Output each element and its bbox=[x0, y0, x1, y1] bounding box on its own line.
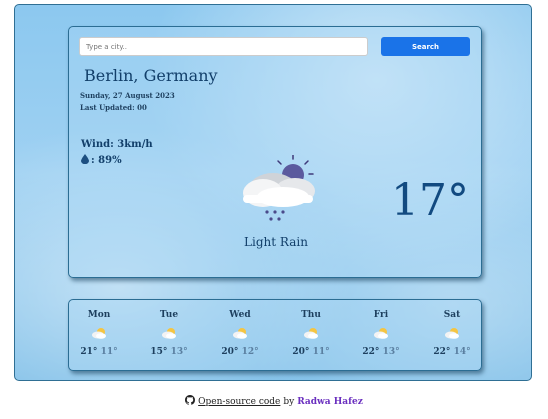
forecast-max: 15° bbox=[150, 347, 168, 357]
forecast-max: 20° bbox=[221, 347, 239, 357]
forecast-day-name: Thu bbox=[301, 310, 321, 320]
forecast-min: 11° bbox=[312, 347, 330, 357]
forecast-temps: 21° 11° bbox=[80, 347, 117, 357]
partly-cloudy-icon bbox=[303, 324, 319, 339]
source-code-link[interactable]: Open-source code bbox=[198, 397, 280, 407]
weather-app: Search Berlin, Germany Sunday, 27 August… bbox=[14, 4, 532, 381]
forecast-day: Thu 20° 11° bbox=[286, 310, 336, 358]
humidity-value: : 89% bbox=[91, 155, 122, 166]
cloud-rain-moon-icon bbox=[233, 154, 321, 227]
partly-cloudy-icon bbox=[91, 324, 107, 339]
footer: Open-source code by Radwa Hafez bbox=[0, 395, 548, 408]
forecast-temps: 22° 14° bbox=[433, 347, 470, 357]
city-name: Berlin, Germany bbox=[84, 66, 218, 85]
forecast-day: Fri 22° 13° bbox=[356, 310, 406, 358]
wind-speed: Wind: 3km/h bbox=[81, 139, 153, 150]
forecast-min: 13° bbox=[170, 347, 188, 357]
forecast-temps: 22° 13° bbox=[362, 347, 399, 357]
forecast-day-name: Sat bbox=[443, 310, 461, 320]
partly-cloudy-icon bbox=[444, 324, 460, 339]
search-input[interactable] bbox=[79, 37, 368, 56]
forecast-day-name: Fri bbox=[373, 310, 389, 320]
forecast-temps: 20° 12° bbox=[221, 347, 258, 357]
forecast-max: 21° bbox=[80, 347, 98, 357]
forecast-day: Wed 20° 12° bbox=[215, 310, 265, 358]
humidity: : 89% bbox=[81, 154, 122, 167]
forecast-temps: 20° 11° bbox=[292, 347, 329, 357]
forecast-min: 13° bbox=[382, 347, 400, 357]
partly-cloudy-icon bbox=[161, 324, 177, 339]
forecast-card: Mon 21° 11° Tue 15° 13° Wed 20° 12° Thu … bbox=[68, 299, 482, 371]
by-text: by bbox=[283, 396, 295, 407]
current-temperature: 17° bbox=[391, 175, 469, 226]
forecast-day: Sat 22° 14° bbox=[427, 310, 477, 358]
current-date: Sunday, 27 August 2023 bbox=[80, 91, 175, 100]
partly-cloudy-icon bbox=[232, 324, 248, 339]
forecast-temps: 15° 13° bbox=[150, 347, 187, 357]
current-weather-card: Search Berlin, Germany Sunday, 27 August… bbox=[68, 26, 482, 278]
droplet-icon bbox=[81, 154, 89, 167]
forecast-day-name: Mon bbox=[87, 310, 111, 320]
forecast-day: Mon 21° 11° bbox=[74, 310, 124, 358]
last-updated: Last Updated: 00 bbox=[80, 103, 147, 112]
forecast-max: 22° bbox=[362, 347, 380, 357]
forecast-max: 22° bbox=[433, 347, 451, 357]
forecast-min: 12° bbox=[241, 347, 259, 357]
forecast-min: 11° bbox=[100, 347, 118, 357]
forecast-day-name: Wed bbox=[229, 310, 251, 320]
search-button[interactable]: Search bbox=[381, 37, 470, 56]
forecast-day-name: Tue bbox=[159, 310, 179, 320]
partly-cloudy-icon bbox=[373, 324, 389, 339]
forecast-max: 20° bbox=[292, 347, 310, 357]
author-link[interactable]: Radwa Hafez bbox=[297, 397, 363, 407]
weather-condition: Light Rain bbox=[244, 235, 308, 249]
github-icon bbox=[185, 395, 196, 408]
forecast-day: Tue 15° 13° bbox=[144, 310, 194, 358]
forecast-min: 14° bbox=[453, 347, 471, 357]
